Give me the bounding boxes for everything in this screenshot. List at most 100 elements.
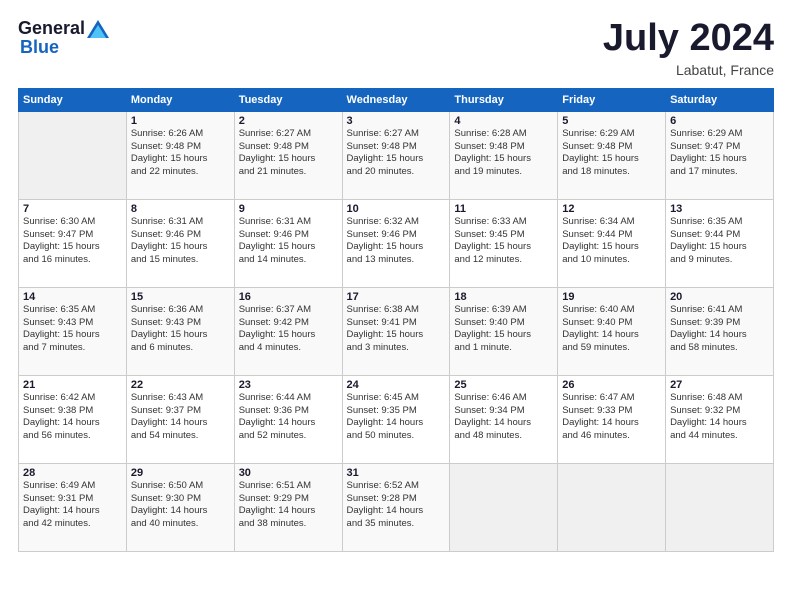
day-number: 13 bbox=[670, 203, 769, 215]
day-info: Sunrise: 6:29 AM Sunset: 9:47 PM Dayligh… bbox=[670, 128, 769, 179]
day-info: Sunrise: 6:51 AM Sunset: 9:29 PM Dayligh… bbox=[239, 480, 338, 531]
day-cell: 10Sunrise: 6:32 AM Sunset: 9:46 PM Dayli… bbox=[342, 199, 450, 287]
day-number: 18 bbox=[454, 291, 553, 303]
day-cell: 29Sunrise: 6:50 AM Sunset: 9:30 PM Dayli… bbox=[126, 463, 234, 551]
day-number: 6 bbox=[670, 115, 769, 127]
day-cell: 27Sunrise: 6:48 AM Sunset: 9:32 PM Dayli… bbox=[666, 375, 774, 463]
day-cell bbox=[666, 463, 774, 551]
day-info: Sunrise: 6:42 AM Sunset: 9:38 PM Dayligh… bbox=[23, 392, 122, 443]
day-number: 31 bbox=[347, 467, 446, 479]
day-cell bbox=[558, 463, 666, 551]
month-title: July 2024 bbox=[603, 18, 774, 60]
day-cell: 9Sunrise: 6:31 AM Sunset: 9:46 PM Daylig… bbox=[234, 199, 342, 287]
weekday-header: Saturday bbox=[666, 88, 774, 111]
day-number: 14 bbox=[23, 291, 122, 303]
day-cell: 16Sunrise: 6:37 AM Sunset: 9:42 PM Dayli… bbox=[234, 287, 342, 375]
day-number: 23 bbox=[239, 379, 338, 391]
week-row: 1Sunrise: 6:26 AM Sunset: 9:48 PM Daylig… bbox=[19, 111, 774, 199]
day-cell: 23Sunrise: 6:44 AM Sunset: 9:36 PM Dayli… bbox=[234, 375, 342, 463]
day-cell: 14Sunrise: 6:35 AM Sunset: 9:43 PM Dayli… bbox=[19, 287, 127, 375]
day-number: 19 bbox=[562, 291, 661, 303]
day-cell: 5Sunrise: 6:29 AM Sunset: 9:48 PM Daylig… bbox=[558, 111, 666, 199]
day-cell: 11Sunrise: 6:33 AM Sunset: 9:45 PM Dayli… bbox=[450, 199, 558, 287]
day-cell: 2Sunrise: 6:27 AM Sunset: 9:48 PM Daylig… bbox=[234, 111, 342, 199]
day-number: 4 bbox=[454, 115, 553, 127]
title-section: July 2024 Labatut, France bbox=[603, 18, 774, 78]
day-info: Sunrise: 6:31 AM Sunset: 9:46 PM Dayligh… bbox=[239, 216, 338, 267]
day-number: 29 bbox=[131, 467, 230, 479]
weekday-header: Friday bbox=[558, 88, 666, 111]
day-info: Sunrise: 6:37 AM Sunset: 9:42 PM Dayligh… bbox=[239, 304, 338, 355]
day-number: 8 bbox=[131, 203, 230, 215]
day-info: Sunrise: 6:27 AM Sunset: 9:48 PM Dayligh… bbox=[239, 128, 338, 179]
day-cell: 4Sunrise: 6:28 AM Sunset: 9:48 PM Daylig… bbox=[450, 111, 558, 199]
day-info: Sunrise: 6:43 AM Sunset: 9:37 PM Dayligh… bbox=[131, 392, 230, 443]
day-info: Sunrise: 6:50 AM Sunset: 9:30 PM Dayligh… bbox=[131, 480, 230, 531]
day-number: 21 bbox=[23, 379, 122, 391]
day-info: Sunrise: 6:41 AM Sunset: 9:39 PM Dayligh… bbox=[670, 304, 769, 355]
day-info: Sunrise: 6:44 AM Sunset: 9:36 PM Dayligh… bbox=[239, 392, 338, 443]
day-cell: 26Sunrise: 6:47 AM Sunset: 9:33 PM Dayli… bbox=[558, 375, 666, 463]
day-cell: 30Sunrise: 6:51 AM Sunset: 9:29 PM Dayli… bbox=[234, 463, 342, 551]
day-number: 17 bbox=[347, 291, 446, 303]
day-number: 27 bbox=[670, 379, 769, 391]
day-info: Sunrise: 6:52 AM Sunset: 9:28 PM Dayligh… bbox=[347, 480, 446, 531]
week-row: 7Sunrise: 6:30 AM Sunset: 9:47 PM Daylig… bbox=[19, 199, 774, 287]
day-number: 20 bbox=[670, 291, 769, 303]
day-number: 22 bbox=[131, 379, 230, 391]
day-number: 10 bbox=[347, 203, 446, 215]
day-cell: 12Sunrise: 6:34 AM Sunset: 9:44 PM Dayli… bbox=[558, 199, 666, 287]
day-number: 28 bbox=[23, 467, 122, 479]
weekday-header: Tuesday bbox=[234, 88, 342, 111]
day-info: Sunrise: 6:33 AM Sunset: 9:45 PM Dayligh… bbox=[454, 216, 553, 267]
day-number: 25 bbox=[454, 379, 553, 391]
day-info: Sunrise: 6:39 AM Sunset: 9:40 PM Dayligh… bbox=[454, 304, 553, 355]
day-cell: 3Sunrise: 6:27 AM Sunset: 9:48 PM Daylig… bbox=[342, 111, 450, 199]
page: GeneralBlue July 2024 Labatut, France Su… bbox=[0, 0, 792, 612]
day-number: 16 bbox=[239, 291, 338, 303]
day-cell: 28Sunrise: 6:49 AM Sunset: 9:31 PM Dayli… bbox=[19, 463, 127, 551]
day-number: 26 bbox=[562, 379, 661, 391]
day-cell: 17Sunrise: 6:38 AM Sunset: 9:41 PM Dayli… bbox=[342, 287, 450, 375]
day-info: Sunrise: 6:38 AM Sunset: 9:41 PM Dayligh… bbox=[347, 304, 446, 355]
weekday-header-row: SundayMondayTuesdayWednesdayThursdayFrid… bbox=[19, 88, 774, 111]
day-info: Sunrise: 6:34 AM Sunset: 9:44 PM Dayligh… bbox=[562, 216, 661, 267]
day-info: Sunrise: 6:40 AM Sunset: 9:40 PM Dayligh… bbox=[562, 304, 661, 355]
day-cell: 15Sunrise: 6:36 AM Sunset: 9:43 PM Dayli… bbox=[126, 287, 234, 375]
calendar: SundayMondayTuesdayWednesdayThursdayFrid… bbox=[18, 88, 774, 552]
day-info: Sunrise: 6:48 AM Sunset: 9:32 PM Dayligh… bbox=[670, 392, 769, 443]
day-cell: 18Sunrise: 6:39 AM Sunset: 9:40 PM Dayli… bbox=[450, 287, 558, 375]
day-info: Sunrise: 6:45 AM Sunset: 9:35 PM Dayligh… bbox=[347, 392, 446, 443]
weekday-header: Thursday bbox=[450, 88, 558, 111]
day-info: Sunrise: 6:35 AM Sunset: 9:43 PM Dayligh… bbox=[23, 304, 122, 355]
day-number: 1 bbox=[131, 115, 230, 127]
day-info: Sunrise: 6:31 AM Sunset: 9:46 PM Dayligh… bbox=[131, 216, 230, 267]
day-cell: 7Sunrise: 6:30 AM Sunset: 9:47 PM Daylig… bbox=[19, 199, 127, 287]
day-info: Sunrise: 6:32 AM Sunset: 9:46 PM Dayligh… bbox=[347, 216, 446, 267]
day-cell: 6Sunrise: 6:29 AM Sunset: 9:47 PM Daylig… bbox=[666, 111, 774, 199]
day-cell: 31Sunrise: 6:52 AM Sunset: 9:28 PM Dayli… bbox=[342, 463, 450, 551]
week-row: 28Sunrise: 6:49 AM Sunset: 9:31 PM Dayli… bbox=[19, 463, 774, 551]
day-cell: 24Sunrise: 6:45 AM Sunset: 9:35 PM Dayli… bbox=[342, 375, 450, 463]
day-cell bbox=[450, 463, 558, 551]
day-number: 7 bbox=[23, 203, 122, 215]
day-info: Sunrise: 6:30 AM Sunset: 9:47 PM Dayligh… bbox=[23, 216, 122, 267]
day-cell: 13Sunrise: 6:35 AM Sunset: 9:44 PM Dayli… bbox=[666, 199, 774, 287]
week-row: 14Sunrise: 6:35 AM Sunset: 9:43 PM Dayli… bbox=[19, 287, 774, 375]
day-info: Sunrise: 6:49 AM Sunset: 9:31 PM Dayligh… bbox=[23, 480, 122, 531]
weekday-header: Wednesday bbox=[342, 88, 450, 111]
day-number: 11 bbox=[454, 203, 553, 215]
weekday-header: Sunday bbox=[19, 88, 127, 111]
day-cell: 22Sunrise: 6:43 AM Sunset: 9:37 PM Dayli… bbox=[126, 375, 234, 463]
day-cell: 21Sunrise: 6:42 AM Sunset: 9:38 PM Dayli… bbox=[19, 375, 127, 463]
day-cell: 20Sunrise: 6:41 AM Sunset: 9:39 PM Dayli… bbox=[666, 287, 774, 375]
day-cell: 1Sunrise: 6:26 AM Sunset: 9:48 PM Daylig… bbox=[126, 111, 234, 199]
logo: GeneralBlue bbox=[18, 18, 111, 58]
day-number: 2 bbox=[239, 115, 338, 127]
day-number: 15 bbox=[131, 291, 230, 303]
day-number: 24 bbox=[347, 379, 446, 391]
day-info: Sunrise: 6:36 AM Sunset: 9:43 PM Dayligh… bbox=[131, 304, 230, 355]
header: GeneralBlue July 2024 Labatut, France bbox=[18, 18, 774, 78]
day-cell: 25Sunrise: 6:46 AM Sunset: 9:34 PM Dayli… bbox=[450, 375, 558, 463]
day-number: 30 bbox=[239, 467, 338, 479]
